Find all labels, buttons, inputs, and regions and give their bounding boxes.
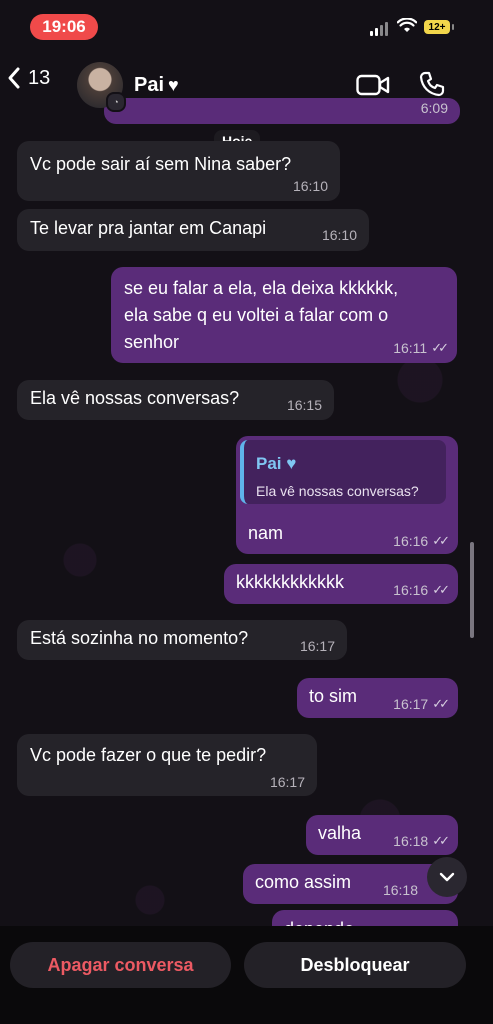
message-bubble-outgoing[interactable]: to sim 16:17 ✓✓ bbox=[297, 678, 458, 718]
quoted-text: Ela vê nossas conversas? bbox=[256, 483, 419, 499]
message-time: 16:16 bbox=[393, 582, 429, 598]
message-bubble-outgoing[interactable]: como assim 16:18 bbox=[243, 864, 458, 904]
read-receipt-icon: ✓✓ bbox=[432, 582, 450, 597]
message-text: Está sozinha no momento? bbox=[30, 628, 249, 648]
message-text: como assim bbox=[255, 872, 352, 892]
chevron-down-icon bbox=[439, 872, 455, 882]
message-line: ela sabe q eu voltei a falar com o bbox=[124, 305, 389, 325]
unread-count: 13 bbox=[28, 66, 51, 89]
wifi-icon bbox=[397, 18, 417, 32]
message-line: se eu falar a ela, ela deixa kkkkkk, bbox=[124, 278, 399, 298]
heart-icon: ♥ bbox=[168, 75, 179, 95]
message-bubble-outgoing-reply[interactable]: Pai ♥ Ela vê nossas conversas? nam 16:16… bbox=[236, 436, 458, 554]
message-line: senhor bbox=[124, 332, 180, 352]
contact-name-text: Pai bbox=[134, 74, 165, 96]
read-receipt-icon: ✓✓ bbox=[432, 833, 450, 848]
message-text: Ela vê nossas conversas? bbox=[30, 388, 240, 408]
delete-conversation-button[interactable]: Apagar conversa bbox=[10, 942, 231, 988]
quoted-sender: Pai ♥ bbox=[256, 454, 297, 473]
message-time: 16:18 bbox=[382, 882, 418, 898]
message-time: 16:11 bbox=[393, 340, 428, 356]
read-receipt-icon: ✓✓ bbox=[431, 340, 449, 355]
message-text: se eu falar a ela, ela deixa kkkkkk, ela… bbox=[124, 275, 398, 356]
quoted-reply[interactable]: Pai ♥ Ela vê nossas conversas? bbox=[240, 440, 446, 504]
read-receipt-icon: ✓✓ bbox=[432, 696, 450, 711]
message-time: 16:17 bbox=[299, 638, 335, 654]
message-bubble-outgoing[interactable]: valha 16:18 ✓✓ bbox=[306, 815, 458, 855]
message-text: to sim bbox=[309, 686, 358, 706]
message-time: 16:15 bbox=[286, 397, 322, 413]
message-time: 16:10 bbox=[321, 227, 357, 243]
message-text: kkkkkkkkkkkk bbox=[236, 572, 344, 592]
message-time: 16:16 bbox=[393, 533, 429, 549]
message-time: 16:17 bbox=[269, 774, 305, 790]
message-text: valha bbox=[318, 823, 362, 843]
message-bubble-incoming[interactable]: Ela vê nossas conversas? 16:15 bbox=[17, 380, 334, 420]
phone-icon[interactable] bbox=[418, 70, 446, 98]
signal-icon bbox=[370, 22, 388, 36]
message-bubble-incoming[interactable]: Te levar pra jantar em Canapi 16:10 bbox=[17, 209, 369, 251]
status-bar: 19:06 12+ bbox=[0, 0, 493, 52]
message-text: nam bbox=[248, 523, 284, 543]
back-chevron-icon bbox=[8, 67, 20, 89]
message-text: Vc pode fazer o que te pedir? bbox=[30, 745, 267, 765]
message-text: Vc pode sair aí sem Nina saber? bbox=[30, 154, 292, 174]
message-bubble-incoming[interactable]: Vc pode sair aí sem Nina saber? 16:10 bbox=[17, 141, 340, 201]
message-text: Te levar pra jantar em Canapi bbox=[30, 218, 267, 238]
back-button[interactable]: 13 bbox=[6, 66, 50, 90]
contact-name[interactable]: Pai ♥ bbox=[134, 74, 179, 97]
message-time: 16:17 bbox=[393, 696, 429, 712]
message-bubble-incoming[interactable]: Está sozinha no momento? 16:17 bbox=[17, 620, 347, 660]
status-ring-icon: ◔ bbox=[106, 92, 126, 112]
message-time: 16:10 bbox=[292, 178, 328, 194]
message-bubble-incoming[interactable]: Vc pode fazer o que te pedir? 16:17 bbox=[17, 734, 317, 796]
unblock-button[interactable]: Desbloquear bbox=[244, 942, 466, 988]
message-bubble-outgoing[interactable]: kkkkkkkkkkkk 16:16 ✓✓ bbox=[224, 564, 458, 604]
read-receipt-icon: ✓✓ bbox=[432, 533, 450, 548]
chat-header: 13 ◔ Pai ♥ bbox=[0, 52, 493, 116]
video-call-icon[interactable] bbox=[356, 74, 390, 96]
status-time: 19:06 bbox=[30, 14, 98, 40]
scroll-to-bottom-button[interactable] bbox=[427, 857, 467, 897]
blocked-actions-bar: Apagar conversa Desbloquear bbox=[0, 926, 493, 1024]
message-bubble-outgoing[interactable]: se eu falar a ela, ela deixa kkkkkk, ela… bbox=[111, 267, 457, 363]
scrollbar[interactable] bbox=[470, 542, 474, 638]
battery-icon: 12+ bbox=[424, 20, 454, 34]
message-time: 16:18 bbox=[393, 833, 429, 849]
